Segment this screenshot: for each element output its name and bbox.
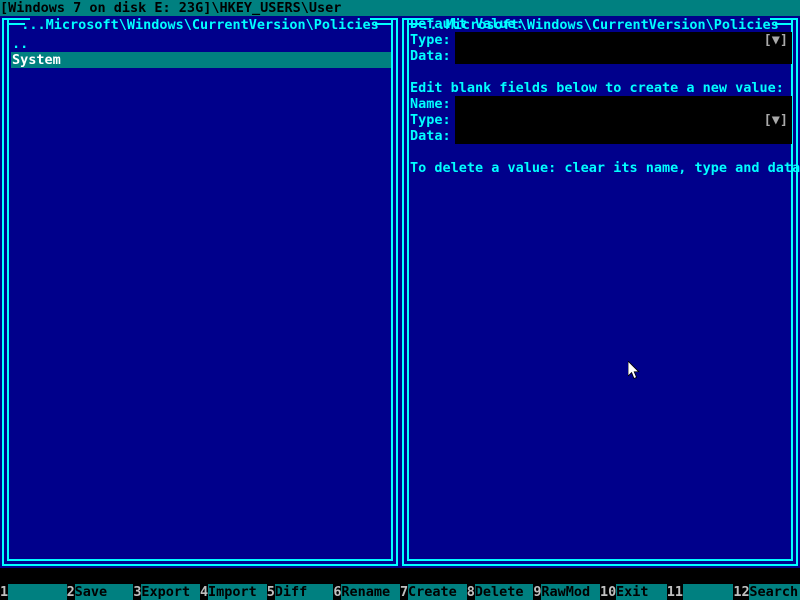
fnkey-9-label[interactable]: RawMod [541,584,601,600]
default-data-label: Data: [410,48,451,64]
fnkey-11-number: 11 [666,584,683,600]
fnkey-5-label[interactable]: Diff [274,584,334,600]
fnkey-10-exit[interactable]: 10 Exit [600,584,667,600]
fnkey-2-number: 2 [66,584,75,600]
create-value-heading: Edit blank fields below to create a new … [410,80,784,96]
top-status-bar: [Windows 7 on disk E: 23G]\HKEY_USERS\Us… [0,0,800,16]
list-item-system[interactable]: System [11,52,391,68]
fnkey-5-number: 5 [266,584,275,600]
fnkey-11-label[interactable] [682,584,734,600]
fnkey-9-rawmod[interactable]: 9 RawMod [533,584,601,600]
list-item-parent-dir[interactable]: .. [11,36,391,52]
fnkey-6-number: 6 [333,584,342,600]
new-value-fields[interactable]: Name: Type: [▼] Data: [410,96,792,144]
fnkey-4-label[interactable]: Import [208,584,267,600]
fnkey-3-number: 3 [133,584,142,600]
fnkey-7-label[interactable]: Create [408,584,467,600]
fnkey-8-label[interactable]: Delete [474,584,534,600]
new-type-label: Type: [410,112,451,128]
fnkey-3-label[interactable]: Export [141,584,201,600]
left-panel-frame-inner [7,18,393,561]
new-data-label: Data: [410,128,451,144]
fnkey-8-delete[interactable]: 8 Delete [466,584,534,600]
fnkey-9-number: 9 [533,584,542,600]
function-key-bar[interactable]: 1 2 Save 3 Export 4 Import 5 Diff 6 Rename 7C… [0,584,800,600]
key-browser-panel[interactable]: ...Microsoft\Windows\CurrentVersion\Poli… [0,16,400,568]
new-type-dropdown-arrow-icon[interactable]: [▼] [764,112,788,128]
fnkey-2-label[interactable]: Save [74,584,134,600]
default-value-fields[interactable]: Type: [▼] Data: [410,32,792,64]
fnkey-1[interactable]: 1 [0,584,67,600]
fnkey-10-number: 10 [600,584,617,600]
fnkey-8-number: 8 [466,584,475,600]
fnkey-5-diff[interactable]: 5 Diff [266,584,334,600]
fnkey-12-search[interactable]: 12 Search [733,584,800,600]
fnkey-4-number: 4 [200,584,209,600]
fnkey-1-number: 1 [0,584,9,600]
delete-value-hint: To delete a value: clear its name, type … [410,160,800,176]
registry-key-list[interactable]: .. System [11,36,391,68]
fnkey-1-label[interactable] [8,584,67,600]
default-type-label: Type: [410,32,451,48]
default-type-dropdown-arrow-icon[interactable]: [▼] [764,32,788,48]
fnkey-10-label[interactable]: Exit [616,584,667,600]
fnkey-2-save[interactable]: 2 Save [66,584,134,600]
right-panel-title: ...Microsoft\Windows\CurrentVersion\Poli… [421,17,779,33]
value-editor-content: Default Value: Type: [▼] Data: Edit blan… [410,16,800,176]
fnkey-7-number: 7 [400,584,409,600]
fnkey-4-import[interactable]: 4 Import [200,584,267,600]
fnkey-12-label[interactable]: Search [749,584,800,600]
fnkey-12-number: 12 [733,584,750,600]
left-panel-title: ...Microsoft\Windows\CurrentVersion\Poli… [21,17,379,33]
terminal-screen: [Windows 7 on disk E: 23G]\HKEY_USERS\Us… [0,0,800,600]
fnkey-3-export[interactable]: 3 Export [133,584,201,600]
fnkey-6-label[interactable]: Rename [341,584,401,600]
fnkey-11[interactable]: 11 [666,584,734,600]
left-panel-frame-outer [2,18,398,566]
fnkey-7-create[interactable]: 7 Create [400,584,467,600]
fnkey-6-rename[interactable]: 6 Rename [333,584,401,600]
new-name-label: Name: [410,96,451,112]
